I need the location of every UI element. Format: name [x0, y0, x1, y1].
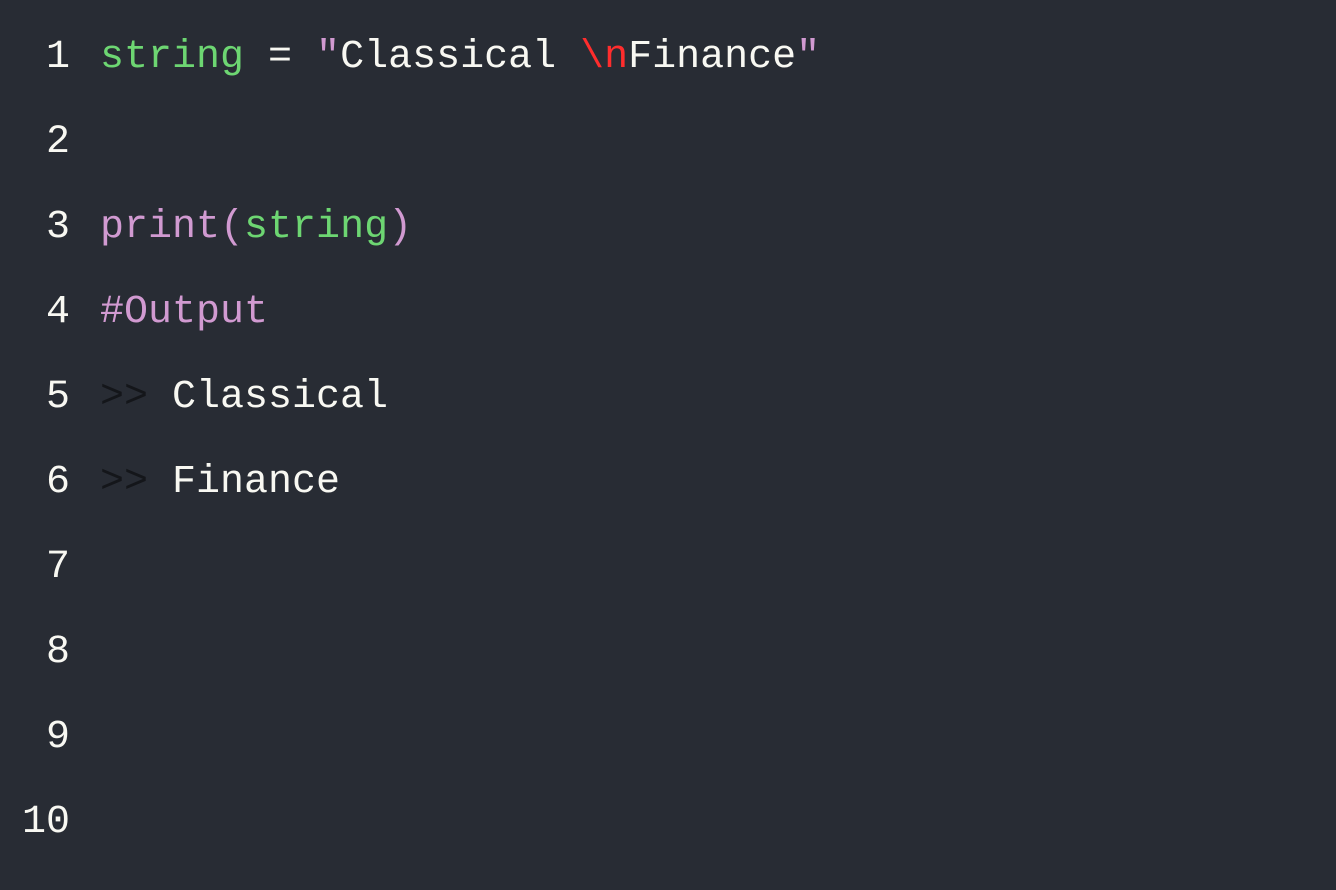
paren-token: ( [220, 205, 244, 250]
output-text-token: Classical [172, 375, 388, 420]
code-line[interactable] [100, 610, 1336, 695]
output-prompt-token: >> [100, 460, 172, 505]
code-area[interactable]: string = "Classical \nFinance" print(str… [100, 15, 1336, 865]
string-token: Finance [628, 35, 796, 80]
string-token: Classical [340, 35, 580, 80]
line-number: 10 [0, 780, 70, 865]
operator-token: = [244, 35, 316, 80]
paren-token: ) [388, 205, 412, 250]
code-line[interactable]: >> Classical [100, 355, 1336, 440]
code-line[interactable]: >> Finance [100, 440, 1336, 525]
string-quote-token: " [796, 35, 820, 80]
line-number: 9 [0, 695, 70, 780]
line-number: 8 [0, 610, 70, 695]
code-line[interactable]: #Output [100, 270, 1336, 355]
escape-token: \n [580, 35, 628, 80]
line-number-gutter: 1 2 3 4 5 6 7 8 9 10 [0, 15, 100, 865]
variable-token: string [244, 205, 388, 250]
function-token: print [100, 205, 220, 250]
code-editor[interactable]: 1 2 3 4 5 6 7 8 9 10 string = "Classical… [0, 0, 1336, 865]
output-prompt-token: >> [100, 375, 172, 420]
code-line[interactable]: print(string) [100, 185, 1336, 270]
comment-token: #Output [100, 290, 268, 335]
line-number: 1 [0, 15, 70, 100]
line-number: 6 [0, 440, 70, 525]
line-number: 3 [0, 185, 70, 270]
line-number: 2 [0, 100, 70, 185]
string-quote-token: " [316, 35, 340, 80]
line-number: 7 [0, 525, 70, 610]
code-line[interactable] [100, 780, 1336, 865]
code-line[interactable] [100, 525, 1336, 610]
code-line[interactable] [100, 695, 1336, 780]
code-line[interactable]: string = "Classical \nFinance" [100, 15, 1336, 100]
output-text-token: Finance [172, 460, 340, 505]
line-number: 5 [0, 355, 70, 440]
line-number: 4 [0, 270, 70, 355]
code-line[interactable] [100, 100, 1336, 185]
variable-token: string [100, 35, 244, 80]
